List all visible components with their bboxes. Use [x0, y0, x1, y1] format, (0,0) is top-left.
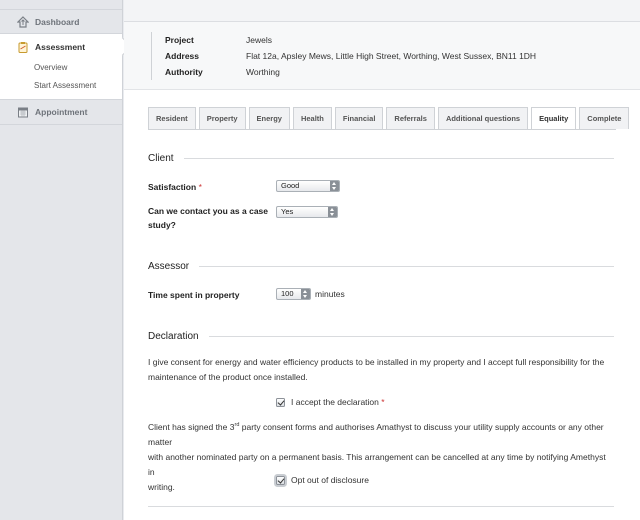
tab-energy[interactable]: Energy: [248, 107, 290, 129]
tab-financial[interactable]: Financial: [334, 107, 384, 129]
time-unit: minutes: [315, 289, 345, 299]
tab-resident[interactable]: Resident: [148, 107, 196, 129]
info-row-address: Address Flat 12a, Apsley Mews, Little Hi…: [165, 51, 537, 61]
nav-appointment-label: Appointment: [35, 107, 88, 117]
tab-complete[interactable]: Complete: [579, 107, 630, 129]
section-client-title: Client: [148, 153, 614, 164]
opt-out-checkbox[interactable]: [276, 475, 285, 485]
nav-assessment-label: Assessment: [35, 41, 86, 52]
tab-bar: Resident Property Energy Health Financia…: [148, 107, 632, 130]
tab-health[interactable]: Health: [292, 107, 332, 129]
case-study-select[interactable]: Yes: [276, 206, 338, 218]
project-info: Project Jewels Address Flat 12a, Apsley …: [124, 22, 640, 90]
info-row-authority: Authority Worthing: [165, 67, 280, 77]
satisfaction-select[interactable]: Good: [276, 180, 340, 192]
section-assessor-title: Assessor: [148, 261, 614, 272]
tab-equality[interactable]: Equality: [531, 107, 577, 130]
house-upload-icon: [16, 15, 30, 28]
satisfaction-label: Satisfaction *: [148, 182, 202, 192]
consent-text: I give consent for energy and water effi…: [148, 357, 605, 382]
nav-sub-overview[interactable]: Overview: [0, 59, 122, 77]
main-panel: Project Jewels Address Flat 12a, Apsley …: [124, 0, 640, 520]
nav-dashboard[interactable]: Dashboard: [0, 9, 122, 34]
nav-appointment[interactable]: Appointment: [0, 100, 122, 125]
nav-sub-start-assessment[interactable]: Start Assessment: [0, 77, 122, 95]
info-row-project: Project Jewels: [165, 35, 272, 45]
nav-dashboard-label: Dashboard: [35, 16, 80, 27]
third-party-text: Client has signed the 3rd party consent …: [148, 421, 606, 492]
nav-assessment[interactable]: Assessment: [0, 34, 122, 59]
opt-out-row[interactable]: Opt out of disclosure: [276, 475, 369, 485]
time-spent-label: Time spent in property: [148, 290, 240, 300]
nav-assessment-group: Assessment Overview Start Assessment: [0, 34, 122, 100]
section-declaration-title: Declaration: [148, 331, 614, 342]
sidebar: Dashboard Assessment Overview Start Asse…: [0, 0, 123, 520]
clipboard-icon: [17, 41, 29, 53]
case-study-label: Can we contact you as a case study?: [148, 206, 268, 230]
time-spent-select[interactable]: 100: [276, 288, 311, 300]
tab-property[interactable]: Property: [198, 107, 246, 129]
calendar-icon: [17, 106, 29, 118]
tab-additional-questions[interactable]: Additional questions: [437, 107, 529, 129]
select-stepper-icon: [330, 181, 339, 191]
tab-referrals[interactable]: Referrals: [386, 107, 435, 129]
top-bar: [124, 0, 640, 22]
select-stepper-icon: [328, 207, 337, 217]
form-content: Resident Property Energy Health Financia…: [124, 91, 640, 520]
select-stepper-icon: [301, 289, 310, 299]
accept-declaration-checkbox[interactable]: [276, 397, 285, 407]
accept-declaration-row[interactable]: I accept the declaration *: [276, 397, 385, 407]
